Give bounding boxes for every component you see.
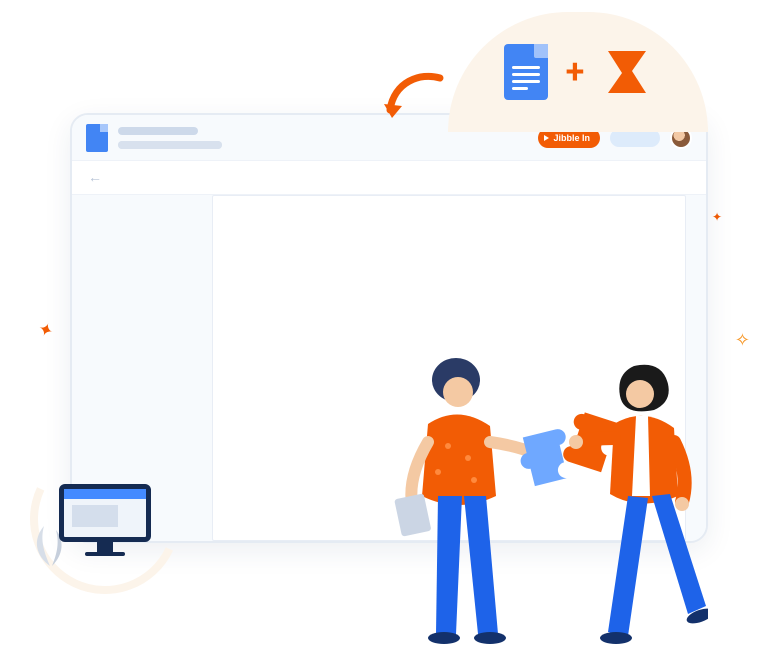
plus-icon: + (566, 52, 585, 92)
back-arrow-icon[interactable]: ← (88, 169, 102, 186)
jibble-in-label: Jibble In (553, 133, 590, 143)
person-left (394, 358, 536, 644)
menu-item-placeholder[interactable] (156, 141, 184, 149)
monitor-icon (59, 484, 151, 554)
person-right (569, 365, 708, 644)
sparkle-icon: ✧ (735, 330, 750, 351)
doc-title-placeholder[interactable] (118, 127, 198, 135)
monitor-badge (30, 444, 180, 594)
integration-badge: + (448, 12, 708, 132)
google-docs-icon (504, 44, 548, 100)
people-illustration (378, 346, 708, 646)
toolbar: ← (72, 161, 706, 195)
doc-lines-icon (512, 66, 540, 90)
curved-arrow-icon (380, 70, 450, 130)
sparkle-icon: ✦ (712, 210, 722, 224)
jibble-hourglass-icon (602, 47, 652, 97)
sparkle-icon: ✦ (35, 318, 56, 343)
menu-item-placeholder[interactable] (192, 141, 222, 149)
google-docs-icon[interactable] (86, 124, 108, 152)
doc-title-area (118, 127, 222, 149)
play-icon (544, 135, 549, 141)
menu-item-placeholder[interactable] (118, 141, 148, 149)
